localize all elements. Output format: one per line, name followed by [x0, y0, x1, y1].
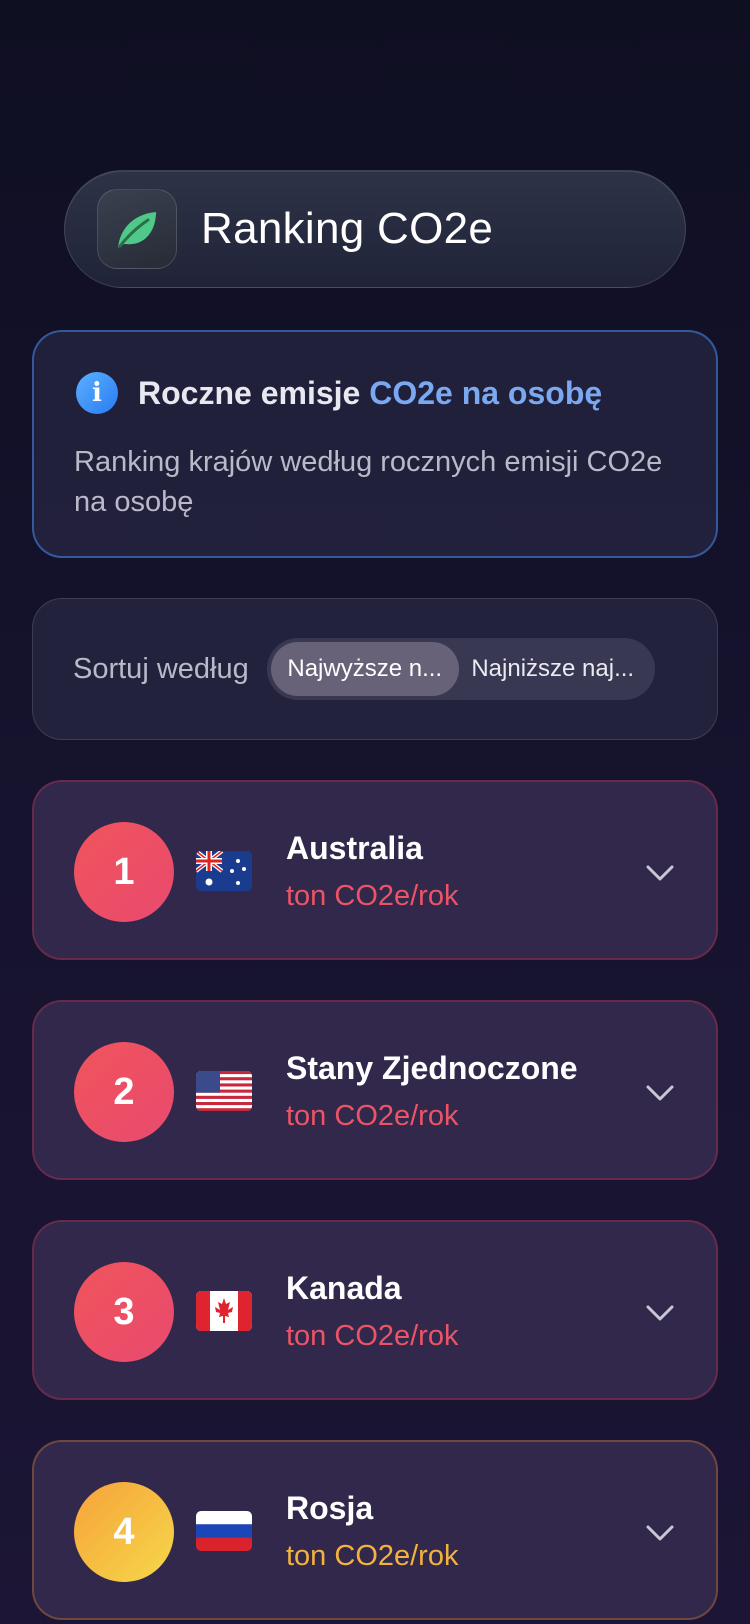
- info-title-accent: CO2e na osobę: [369, 374, 603, 411]
- rank-badge: 3: [74, 1262, 174, 1362]
- country-unit: ton CO2e/rok: [286, 1320, 459, 1352]
- sort-option-lowest[interactable]: Najniższe naj...: [459, 642, 647, 696]
- info-description: Ranking krajów według rocznych emisji CO…: [74, 446, 663, 518]
- sort-segmented-control[interactable]: Najwyższe n... Najniższe naj...: [266, 638, 655, 700]
- usa-flag-icon: [196, 1071, 252, 1111]
- sort-card: Sortuj według Najwyższe n... Najniższe n…: [32, 598, 718, 740]
- country-unit: ton CO2e/rok: [286, 1100, 459, 1132]
- info-title: Roczne emisje CO2e na osobę: [138, 375, 602, 412]
- sort-option-highest[interactable]: Najwyższe n...: [270, 642, 459, 696]
- leaf-icon: [97, 189, 177, 269]
- chevron-down-icon[interactable]: [644, 1077, 676, 1109]
- chevron-down-icon[interactable]: [644, 857, 676, 889]
- country-unit: ton CO2e/rok: [286, 880, 459, 912]
- canada-flag-icon: [196, 1291, 252, 1331]
- country-card-russia[interactable]: 4 Rosja ton CO2e/rok: [32, 1440, 718, 1620]
- country-name: Rosja: [286, 1490, 374, 1526]
- sort-label: Sortuj według: [73, 652, 249, 685]
- country-card-usa[interactable]: 2 Stany Zjednoczone ton CO2e/rok: [32, 1000, 718, 1180]
- rank-badge: 2: [74, 1042, 174, 1142]
- info-icon: i: [76, 372, 118, 414]
- info-title-prefix: Roczne emisje: [138, 374, 370, 411]
- info-card: i Roczne emisje CO2e na osobę Ranking kr…: [32, 330, 718, 558]
- country-name: Stany Zjednoczone: [286, 1050, 578, 1086]
- country-name: Kanada: [286, 1270, 402, 1306]
- country-card-australia[interactable]: 1 Australia ton CO2e/rok: [32, 780, 718, 960]
- australia-flag-icon: [196, 851, 252, 891]
- country-card-canada[interactable]: 3 Kanada ton CO2e/rok: [32, 1220, 718, 1400]
- rank-badge: 4: [74, 1482, 174, 1582]
- rank-badge: 1: [74, 822, 174, 922]
- country-name: Australia: [286, 830, 423, 866]
- chevron-down-icon[interactable]: [644, 1517, 676, 1549]
- country-unit: ton CO2e/rok: [286, 1540, 459, 1572]
- chevron-down-icon[interactable]: [644, 1297, 676, 1329]
- app-header: Ranking CO2e: [64, 170, 686, 288]
- russia-flag-icon: [196, 1511, 252, 1551]
- page-title: Ranking CO2e: [201, 204, 494, 253]
